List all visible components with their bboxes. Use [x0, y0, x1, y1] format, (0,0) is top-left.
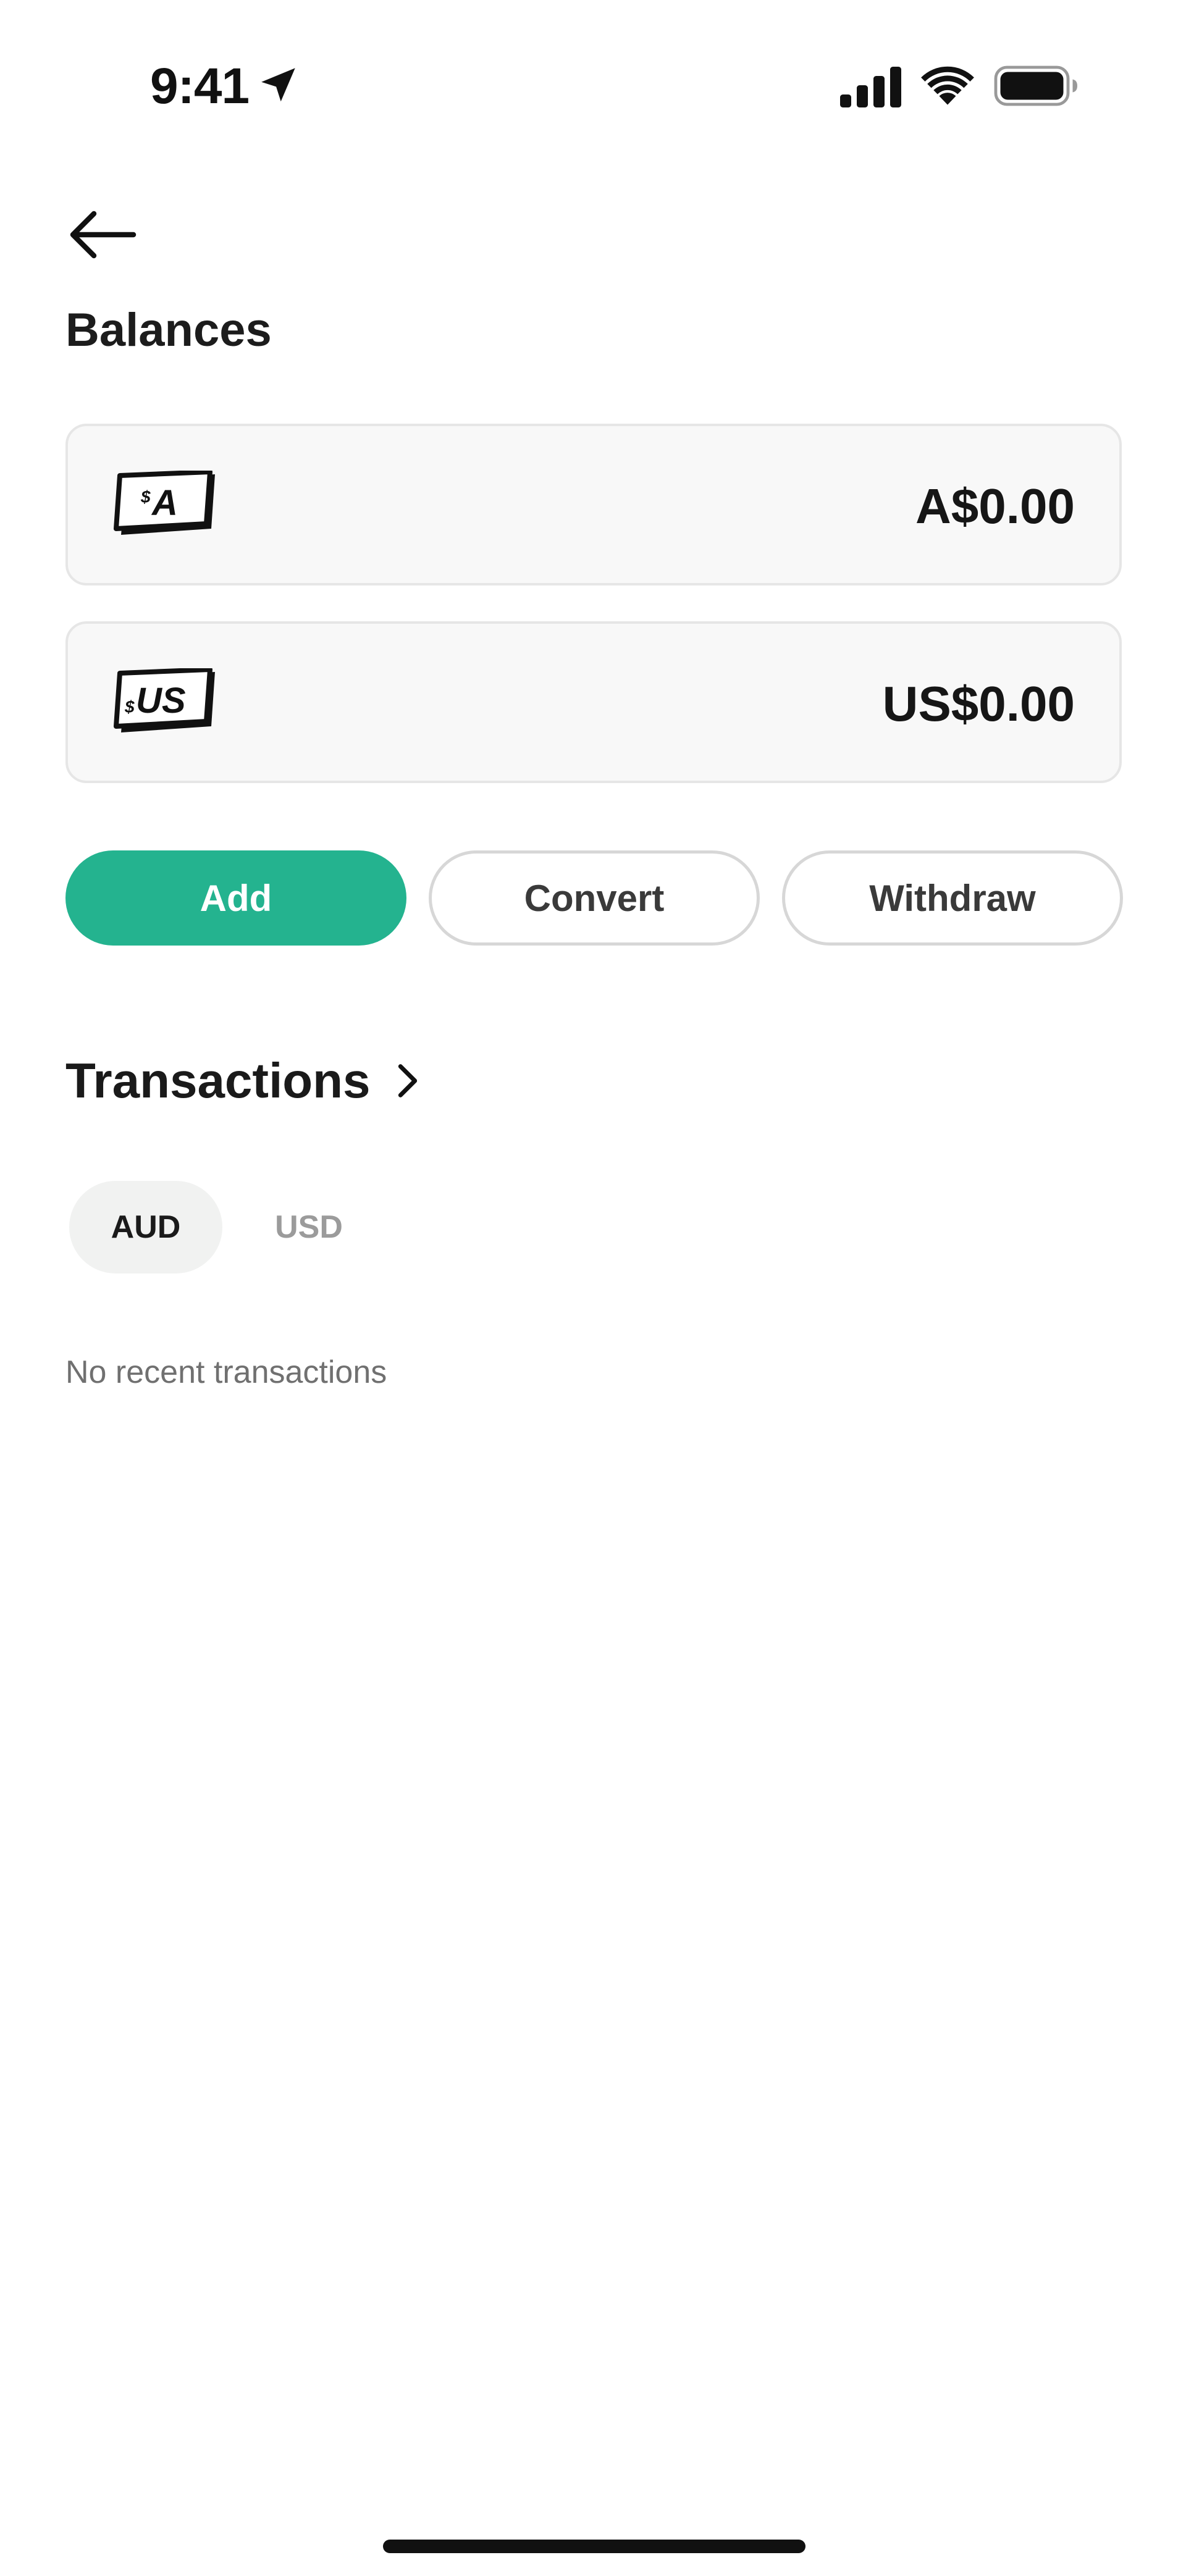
balance-card-usd[interactable]: $ US US$0.00: [65, 621, 1122, 783]
balance-card-aud[interactable]: $ A A$0.00: [65, 424, 1122, 585]
add-button[interactable]: Add: [65, 850, 406, 946]
home-indicator[interactable]: [383, 2540, 805, 2553]
wifi-icon: [921, 66, 974, 105]
withdraw-button[interactable]: Withdraw: [782, 850, 1123, 946]
balance-amount-aud: A$0.00: [915, 479, 1075, 534]
svg-text:A: A: [151, 483, 178, 523]
battery-icon: [994, 65, 1077, 106]
tab-usd[interactable]: USD: [241, 1181, 377, 1273]
transactions-link[interactable]: Transactions: [65, 1050, 423, 1112]
usd-currency-icon: $ US: [114, 668, 215, 732]
chevron-right-icon: [398, 1064, 417, 1097]
aud-currency-icon: $ A: [114, 471, 215, 535]
svg-text:$: $: [140, 487, 151, 506]
tab-aud[interactable]: AUD: [69, 1181, 222, 1273]
empty-transactions-message: No recent transactions: [65, 1354, 387, 1390]
back-button[interactable]: [64, 204, 141, 266]
status-time: 9:41: [150, 58, 250, 114]
transactions-title: Transactions: [65, 1053, 371, 1108]
arrow-left-icon: [70, 211, 137, 259]
page-title: Balances: [65, 304, 272, 356]
svg-text:US: US: [136, 681, 186, 721]
location-arrow-icon: [261, 68, 295, 102]
balance-amount-usd: US$0.00: [882, 676, 1075, 731]
cellular-signal-icon: [840, 67, 901, 107]
svg-text:$: $: [124, 697, 135, 716]
convert-button[interactable]: Convert: [429, 850, 760, 946]
